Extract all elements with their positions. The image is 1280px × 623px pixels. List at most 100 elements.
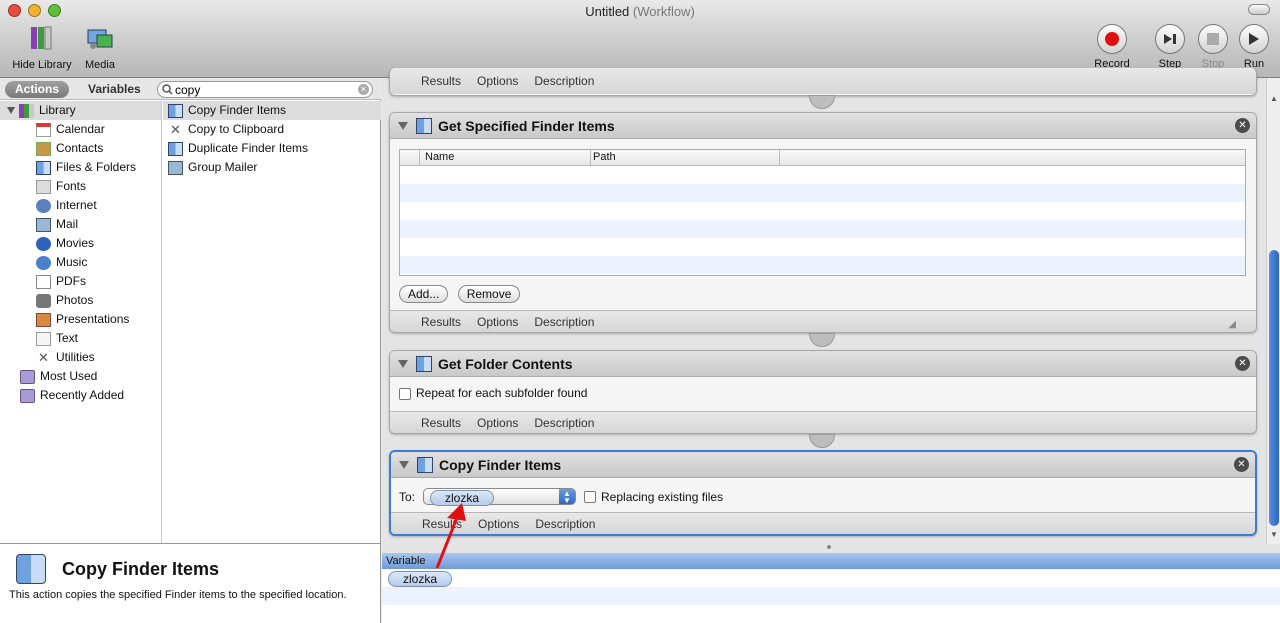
collapse-triangle-icon[interactable] [398, 359, 408, 368]
run-button[interactable]: Run [1238, 24, 1270, 70]
smart-group-recently-added[interactable]: Recently Added [0, 386, 161, 405]
search-input[interactable] [175, 83, 355, 97]
category-contacts[interactable]: Contacts [0, 139, 161, 158]
finder-icon [16, 554, 46, 584]
clear-search-icon[interactable]: ✕ [358, 84, 369, 95]
stop-button[interactable]: Stop [1197, 24, 1229, 70]
replace-existing-label: Replacing existing files [601, 489, 724, 504]
action-card-get-folder-contents[interactable]: Get Folder Contents ✕ Repeat for each su… [389, 350, 1257, 434]
finder-icon [168, 103, 183, 118]
description-tab[interactable]: Description [534, 74, 594, 88]
options-tab[interactable]: Options [478, 517, 519, 531]
category-music[interactable]: Music [0, 253, 161, 272]
remove-action-icon[interactable]: ✕ [1235, 356, 1250, 371]
category-label: Music [56, 255, 88, 269]
category-fonts[interactable]: Fonts [0, 177, 161, 196]
library-books-icon [31, 26, 52, 50]
action-label: Copy to Clipboard [188, 122, 285, 136]
description-tab[interactable]: Description [535, 517, 595, 531]
options-tab[interactable]: Options [477, 416, 518, 430]
scroll-down-arrow-icon[interactable]: ▼ [1270, 530, 1278, 539]
options-tab[interactable]: Options [477, 74, 518, 88]
destination-popup[interactable]: zlozka ▲ ▼ [423, 488, 577, 506]
column-header-name[interactable]: Name [425, 151, 454, 163]
disclosure-triangle-icon[interactable] [7, 107, 15, 114]
tab-variables[interactable]: Variables [78, 81, 151, 98]
step-button[interactable]: Step [1154, 24, 1186, 70]
action-item-copy-finder-items[interactable]: Copy Finder Items [163, 101, 381, 120]
items-table[interactable]: Name Path [399, 149, 1246, 276]
collapse-triangle-icon[interactable] [398, 121, 408, 130]
category-mail[interactable]: Mail [0, 215, 161, 234]
column-header-path[interactable]: Path [590, 150, 616, 165]
category-utilities[interactable]: ✕ Utilities [0, 348, 161, 367]
to-label: To: [399, 489, 416, 504]
repeat-subfolder-option[interactable]: Repeat for each subfolder found [399, 386, 587, 400]
destination-row: To: zlozka ▲ ▼ Replacing existing files [399, 488, 724, 506]
category-list: Library Calendar Contacts Files & Folder… [0, 101, 162, 543]
repeat-subfolder-checkbox[interactable] [399, 387, 411, 400]
media-icon [87, 29, 113, 49]
collapse-triangle-icon[interactable] [399, 460, 409, 469]
action-item-duplicate-finder-items[interactable]: Duplicate Finder Items [163, 139, 381, 158]
table-row [400, 166, 1245, 184]
scrollbar-thumb[interactable] [1269, 250, 1279, 526]
category-movies[interactable]: Movies [0, 234, 161, 253]
record-button[interactable]: Record [1094, 24, 1130, 70]
category-label: Movies [56, 236, 95, 250]
add-button[interactable]: Add... [399, 285, 449, 303]
scroll-up-arrow-icon[interactable]: ▲ [1270, 94, 1278, 103]
variable-row[interactable]: zlozka [382, 569, 1280, 587]
category-pdfs[interactable]: PDFs [0, 272, 161, 291]
category-label: PDFs [56, 274, 86, 288]
finder-icon [36, 160, 51, 175]
hide-library-button[interactable]: Hide Library [8, 24, 76, 71]
smart-folder-icon [20, 388, 35, 403]
results-tab[interactable]: Results [421, 315, 461, 329]
results-tab[interactable]: Results [421, 74, 461, 88]
category-text[interactable]: Text [0, 329, 161, 348]
toolbar-toggle-button[interactable] [1248, 4, 1270, 15]
smart-group-most-used[interactable]: Most Used [0, 367, 161, 386]
library-root-item[interactable]: Library [0, 101, 161, 120]
action-item-group-mailer[interactable]: Group Mailer [163, 158, 381, 177]
replace-existing-checkbox[interactable] [584, 490, 597, 503]
finder-icon [417, 456, 433, 473]
results-tab[interactable]: Results [421, 416, 461, 430]
remove-action-icon[interactable]: ✕ [1235, 118, 1250, 133]
action-card-get-specified-finder-items[interactable]: Get Specified Finder Items ✕ Name Path A… [389, 112, 1257, 333]
resize-grip-icon[interactable]: ◢ [1228, 319, 1236, 330]
action-description-panel: Copy Finder Items This action copies the… [0, 543, 380, 623]
media-button[interactable]: Media [82, 24, 118, 71]
action-connector [809, 434, 835, 448]
action-item-copy-to-clipboard[interactable]: ✕ Copy to Clipboard [163, 120, 381, 139]
category-photos[interactable]: Photos [0, 291, 161, 310]
category-calendar[interactable]: Calendar [0, 120, 161, 139]
options-tab[interactable]: Options [477, 315, 518, 329]
text-icon [36, 331, 51, 346]
action-card-copy-finder-items[interactable]: Copy Finder Items ✕ To: zlozka ▲ ▼ Replac… [389, 450, 1257, 536]
window-title: Untitled (Workflow) [585, 4, 695, 19]
utilities-icon: ✕ [170, 121, 181, 137]
globe-icon [36, 198, 51, 213]
variable-column-header[interactable]: Variable [382, 553, 1280, 569]
remove-action-icon[interactable]: ✕ [1234, 457, 1249, 472]
library-search-field[interactable]: ✕ [157, 81, 373, 98]
category-internet[interactable]: Internet [0, 196, 161, 215]
library-pane: Actions Variables ✕ Library Calendar Con… [0, 78, 381, 623]
repeat-subfolder-label: Repeat for each subfolder found [416, 386, 588, 400]
play-icon [1249, 33, 1259, 45]
category-files-folders[interactable]: Files & Folders [0, 158, 161, 177]
results-tab[interactable]: Results [422, 517, 462, 531]
variable-token[interactable]: zlozka [388, 571, 453, 587]
split-handle[interactable] [827, 545, 831, 549]
action-title: Copy Finder Items [439, 456, 562, 473]
search-icon [162, 84, 173, 95]
description-tab[interactable]: Description [534, 416, 594, 430]
tab-actions[interactable]: Actions [5, 81, 70, 98]
workflow-scrollbar[interactable]: ▲ ▼ [1266, 78, 1280, 544]
category-presentations[interactable]: Presentations [0, 310, 161, 329]
description-tab[interactable]: Description [534, 315, 594, 329]
remove-button[interactable]: Remove [457, 285, 521, 303]
action-label: Group Mailer [188, 160, 258, 174]
